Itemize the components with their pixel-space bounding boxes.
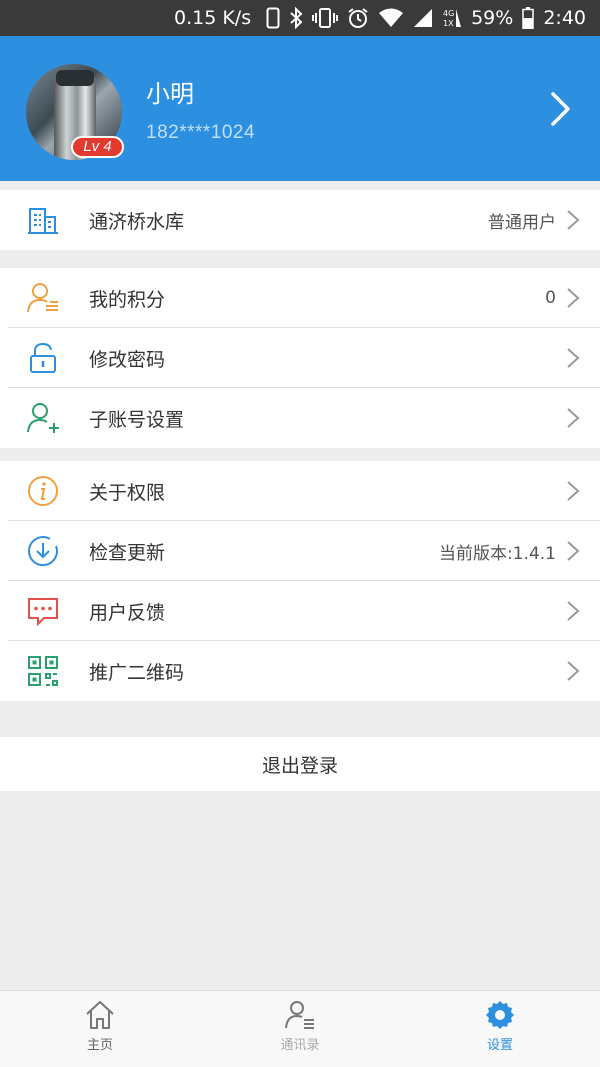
username: 小明 — [146, 80, 194, 108]
clock: 2:40 — [543, 7, 586, 29]
menu-label: 我的积分 — [89, 288, 166, 311]
building-icon — [28, 208, 58, 234]
menu-item-points[interactable]: 我的积分 0 — [0, 268, 600, 328]
signal-icon — [413, 7, 433, 29]
menu-label: 修改密码 — [89, 348, 166, 371]
profile-header[interactable]: Lv 4 小明 182****1024 — [0, 36, 600, 181]
tab-label: 设置 — [486, 1038, 513, 1053]
chevron-right-icon — [567, 288, 580, 308]
user-role: 普通用户 — [488, 212, 556, 233]
points-value: 0 — [545, 288, 556, 308]
logout-button[interactable]: 退出登录 — [0, 737, 600, 791]
info-icon — [28, 476, 58, 506]
chevron-right-icon — [567, 408, 580, 428]
bluetooth-icon — [289, 7, 303, 29]
chevron-right-icon — [567, 601, 580, 621]
contacts-icon — [285, 1001, 314, 1029]
chevron-right-icon — [567, 348, 580, 368]
lock-icon — [30, 342, 56, 373]
menu-item-check-update[interactable]: 检查更新 当前版本:1.4.1 — [0, 521, 600, 581]
wifi-icon — [378, 7, 404, 29]
menu-item-feedback[interactable]: 用户反馈 — [0, 581, 600, 641]
alarm-icon — [347, 7, 369, 29]
svg-text:4G: 4G — [443, 9, 454, 18]
menu-item-permissions[interactable]: 关于权限 — [0, 461, 600, 521]
menu-item-sub-accounts[interactable]: 子账号设置 — [0, 388, 600, 448]
org-row[interactable]: 通济桥水库 普通用户 — [0, 190, 600, 250]
tab-home[interactable]: 主页 — [40, 999, 160, 1053]
home-icon — [86, 1001, 114, 1029]
menu-label: 子账号设置 — [89, 408, 185, 431]
current-version: 当前版本:1.4.1 — [439, 543, 556, 564]
chevron-right-icon[interactable] — [548, 90, 574, 128]
level-badge: Lv 4 — [71, 136, 124, 158]
menu-label: 检查更新 — [89, 541, 166, 564]
data-4g-icon: 4G 1X — [442, 7, 462, 29]
chevron-right-icon — [567, 210, 580, 230]
chevron-right-icon — [567, 541, 580, 561]
tab-settings[interactable]: 设置 — [440, 999, 560, 1053]
tab-bar: 主页 通讯录 设置 — [0, 990, 600, 1067]
menu-item-change-password[interactable]: 修改密码 — [0, 328, 600, 388]
chevron-right-icon — [567, 481, 580, 501]
tab-contacts[interactable]: 通讯录 — [240, 999, 360, 1053]
gear-icon — [486, 1001, 514, 1029]
vibrate-icon — [312, 7, 339, 29]
chevron-right-icon — [567, 661, 580, 681]
menu-label: 推广二维码 — [89, 661, 185, 684]
chat-icon — [28, 598, 58, 627]
battery-icon — [522, 7, 535, 29]
net-speed: 0.15 K/s — [173, 7, 252, 29]
tab-label: 通讯录 — [280, 1038, 320, 1053]
add-user-icon — [27, 403, 59, 433]
download-icon — [27, 536, 58, 567]
menu-label: 关于权限 — [89, 481, 166, 504]
org-name: 通济桥水库 — [89, 210, 185, 233]
status-bar: 0.15 K/s 4G 1X 59% 2:40 — [0, 0, 600, 36]
battery-percent: 59% — [471, 7, 514, 29]
qr-code-icon — [28, 656, 58, 686]
menu-label: 用户反馈 — [89, 601, 166, 624]
menu-item-qr-code[interactable]: 推广二维码 — [0, 641, 600, 701]
phone-icon — [266, 7, 280, 29]
svg-text:1X: 1X — [443, 19, 454, 28]
tab-label: 主页 — [86, 1038, 113, 1053]
phone-number: 182****1024 — [146, 122, 256, 143]
user-points-icon — [27, 283, 58, 313]
